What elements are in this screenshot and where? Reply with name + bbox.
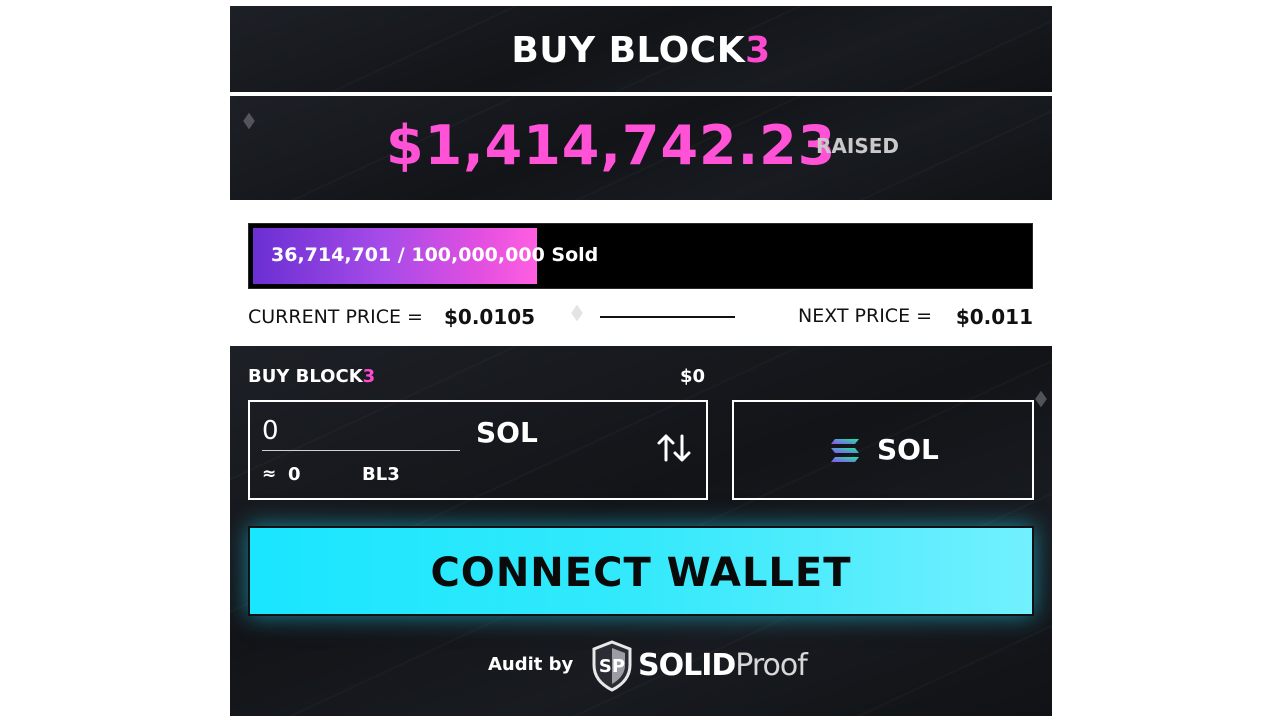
raised-amount: $1,414,742.23 [386,114,837,177]
swap-vertical-arrows-icon [657,434,691,462]
page-title: BUY BLOCK3 [230,30,1052,71]
title-accent: 3 [745,30,771,71]
cube-decoration-icon [571,304,583,322]
price-divider-line [600,316,735,318]
usd-value: $0 [680,366,706,387]
currency-select-label: SOL [877,433,939,466]
brand-light: Proof [735,648,808,683]
header-bar: BUY BLOCK3 [230,6,1052,94]
currency-select[interactable]: SOL [732,400,1034,500]
audit-row: Audit by SP SOLIDProof [488,638,808,698]
connect-wallet-button[interactable]: CONNECT WALLET [248,526,1034,616]
current-price-value: $0.0105 [444,305,536,329]
title-main: BUY BLOCK [511,30,746,71]
token-symbol: BL3 [362,464,400,485]
current-price-label: CURRENT PRICE = [248,306,423,328]
audit-label: Audit by [488,654,574,675]
receive-amount: 0 [288,464,301,485]
price-row: CURRENT PRICE = $0.0105 NEXT PRICE = $0.… [248,302,1033,332]
connect-wallet-label: CONNECT WALLET [430,550,852,596]
raised-bar: $1,414,742.23 RAISED [230,96,1052,200]
brand-bold: SOLID [638,648,736,683]
solana-logo-icon [831,439,859,462]
buy-label: BUY BLOCK3 [248,366,375,387]
solidproof-brand: SOLIDProof [638,648,808,683]
sale-progress-bar: 36,714,701 / 100,000,000 Sold [248,223,1033,289]
solidproof-shield-logo: SP [592,640,632,692]
buy-label-accent: 3 [362,366,376,387]
cube-decoration-icon [243,112,255,130]
svg-text:SP: SP [599,656,625,677]
approx-sign: ≈ [262,464,277,484]
amount-input[interactable] [262,412,460,451]
raised-label: RAISED [816,134,899,158]
amount-currency: SOL [476,416,538,449]
buy-panel: BUY BLOCK3 $0 SOL ≈ 0 BL3 SOL [230,346,1052,716]
swap-button[interactable] [654,428,694,468]
buy-label-main: BUY BLOCK [248,366,363,387]
sale-progress-text: 36,714,701 / 100,000,000 Sold [271,244,599,266]
amount-box: SOL ≈ 0 BL3 [248,400,708,500]
cube-decoration-icon [1035,390,1047,408]
next-price-value: $0.011 [955,305,1033,329]
next-price-label: NEXT PRICE = [798,305,933,327]
